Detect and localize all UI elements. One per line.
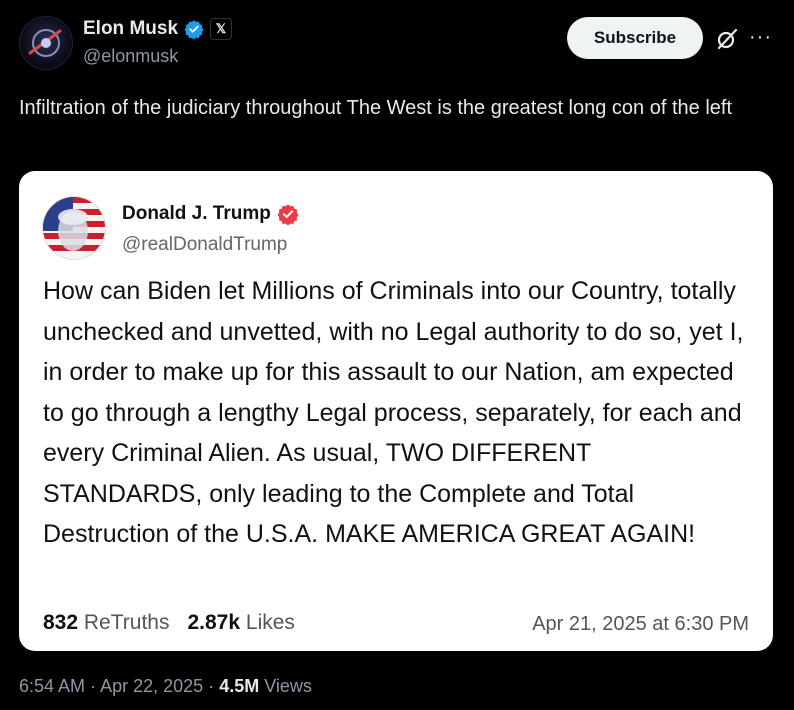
- retruths-label: ReTruths: [83, 611, 170, 634]
- views-label: Views: [264, 676, 312, 696]
- retruths-count: 832: [43, 611, 79, 634]
- quoted-post-card[interactable]: Donald J. Trump @realDonaldTrump How can…: [19, 171, 773, 651]
- grok-icon[interactable]: [715, 27, 739, 51]
- likes-count: 2.87k: [187, 611, 241, 634]
- post-date[interactable]: Apr 22, 2025: [100, 676, 203, 696]
- retruths-stat: 832 ReTruths: [43, 611, 169, 635]
- post-header: Elon Musk 𝕏 @elonmusk Subscribe ···: [19, 14, 779, 74]
- quoted-post-stats: 832 ReTruths 2.87k Likes: [43, 611, 295, 635]
- subscribe-button[interactable]: Subscribe: [567, 17, 703, 59]
- author-name-row: Elon Musk 𝕏: [83, 18, 233, 40]
- post-meta: 6:54 AM · Apr 22, 2025 · 4.5M Views: [19, 676, 312, 697]
- verified-check-icon: [184, 20, 204, 39]
- quoted-name-row: Donald J. Trump: [122, 203, 299, 225]
- quoted-post-body: How can Biden let Millions of Criminals …: [43, 277, 744, 548]
- likes-label: Likes: [245, 611, 295, 634]
- avatar-image: [28, 29, 62, 57]
- author-avatar[interactable]: [19, 16, 73, 70]
- quoted-author-name: Donald J. Trump: [122, 203, 271, 224]
- meta-separator: ·: [208, 676, 215, 696]
- post-time[interactable]: 6:54 AM: [19, 676, 85, 696]
- tweet-text: Infiltration of the judiciary throughout…: [19, 97, 733, 119]
- more-icon[interactable]: ···: [749, 26, 772, 49]
- quoted-author-handle: @realDonaldTrump: [122, 234, 288, 255]
- author-handle[interactable]: @elonmusk: [83, 46, 178, 67]
- likes-stat: 2.87k Likes: [187, 611, 294, 635]
- affiliate-x-badge-icon: 𝕏: [210, 18, 233, 40]
- views-count: 4.5M: [219, 676, 260, 696]
- truth-verified-icon: [277, 204, 299, 225]
- author-name[interactable]: Elon Musk: [83, 18, 178, 40]
- flag-portrait-image: [43, 197, 105, 259]
- quoted-author-avatar: [42, 196, 106, 260]
- meta-separator: ·: [90, 676, 97, 696]
- quoted-post-date: Apr 21, 2025 at 6:30 PM: [532, 613, 749, 635]
